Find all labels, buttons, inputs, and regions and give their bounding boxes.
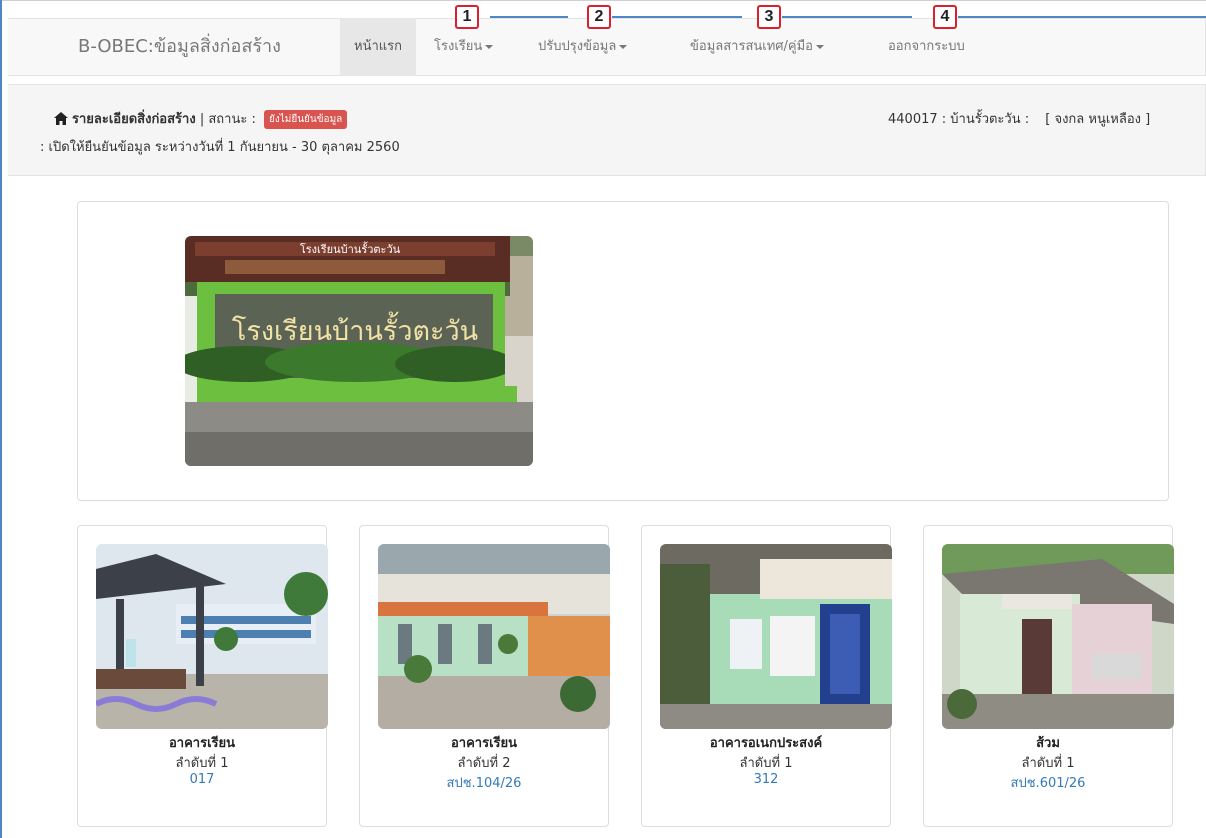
- chevron-down-icon: [816, 44, 824, 49]
- school-code-name: 440017 : บ้านรั้วตะวัน :: [888, 112, 1030, 127]
- building-card[interactable]: อาคารอเนกประสงค์ ลำดับที่ 1 312: [641, 525, 892, 827]
- building-card[interactable]: อาคารเรียน ลำดับที่ 2 สปช.104/26: [359, 525, 610, 827]
- window-left-edge: [0, 0, 2, 838]
- brand-title[interactable]: B-OBEC:ข้อมูลสิ่งก่อสร้าง: [78, 18, 281, 76]
- nav-update-label: ปรับปรุงข้อมูล: [538, 39, 617, 54]
- building-code-link[interactable]: 017: [78, 772, 326, 787]
- building-order: ลำดับที่ 1: [739, 756, 793, 771]
- status-label: | สถานะ :: [199, 112, 256, 127]
- user-name: [ จงกล หนูเหลือง ]: [1045, 112, 1151, 127]
- callout-marker-3: 3: [757, 5, 781, 29]
- nav-logout[interactable]: ออกจากระบบ: [874, 18, 979, 76]
- callout-marker-2: 2: [587, 5, 611, 29]
- sign-text: โรงเรียนบ้านรั้วตะวัน: [232, 311, 478, 347]
- building-name: อาคารเรียน: [450, 736, 517, 751]
- chevron-down-icon: [485, 44, 494, 49]
- nav-school-label: โรงเรียน: [434, 39, 483, 54]
- building-card[interactable]: อาคารเรียน ลำดับที่ 1 017: [77, 525, 328, 827]
- building-photo[interactable]: [378, 544, 610, 729]
- school-user-info: 440017 : บ้านรั้วตะวัน : [ จงกล หนูเหลือ…: [888, 108, 1150, 129]
- info-bar: [8, 84, 1206, 176]
- building-name: อาคารเรียน: [168, 736, 235, 751]
- building-order: ลำดับที่ 1: [175, 756, 229, 771]
- home-icon: [54, 112, 68, 125]
- nav-update-dropdown[interactable]: ปรับปรุงข้อมูล: [524, 18, 641, 76]
- callout-marker-4: 4: [933, 5, 957, 29]
- building-photo[interactable]: [96, 544, 328, 729]
- building-card[interactable]: ส้วม ลำดับที่ 1 สปช.601/26: [923, 525, 1174, 827]
- building-order: ลำดับที่ 1: [1021, 756, 1075, 771]
- building-code-link[interactable]: 312: [642, 772, 890, 787]
- building-photo[interactable]: [942, 544, 1174, 729]
- building-order: ลำดับที่ 2: [457, 756, 511, 771]
- building-code-link[interactable]: สปช.601/26: [924, 772, 1172, 793]
- window-top-edge: [0, 0, 1206, 1]
- nav-logout-label: ออกจากระบบ: [888, 39, 965, 54]
- chevron-down-icon: [619, 44, 628, 49]
- nav-home-label: หน้าแรก: [354, 39, 402, 54]
- building-photo[interactable]: [660, 544, 892, 729]
- banner-text: โรงเรียนบ้านรั้วตะวัน: [300, 241, 401, 256]
- page-heading: รายละเอียดสิ่งก่อสร้าง | สถานะ : ยังไม่ย…: [54, 108, 348, 129]
- callout-marker-1: 1: [455, 5, 479, 29]
- building-name: ส้วม: [1036, 736, 1060, 751]
- building-code-link[interactable]: สปช.104/26: [360, 772, 608, 793]
- nav-info-label: ข้อมูลสารสนเทศ/คู่มือ: [690, 39, 813, 54]
- status-badge: ยังไม่ยืนยันข้อมูล: [263, 110, 348, 129]
- confirm-period-text: : เปิดให้ยืนยันข้อมูล ระหว่างวันที่ 1 กั…: [40, 140, 400, 155]
- nav-home[interactable]: หน้าแรก: [340, 18, 416, 76]
- school-sign-photo[interactable]: โรงเรียนบ้านรั้วตะวัน โรงเรียนบ้านรั้วตะ…: [185, 236, 533, 466]
- building-name: อาคารอเนกประสงค์: [709, 736, 823, 751]
- page-title: รายละเอียดสิ่งก่อสร้าง: [72, 112, 196, 127]
